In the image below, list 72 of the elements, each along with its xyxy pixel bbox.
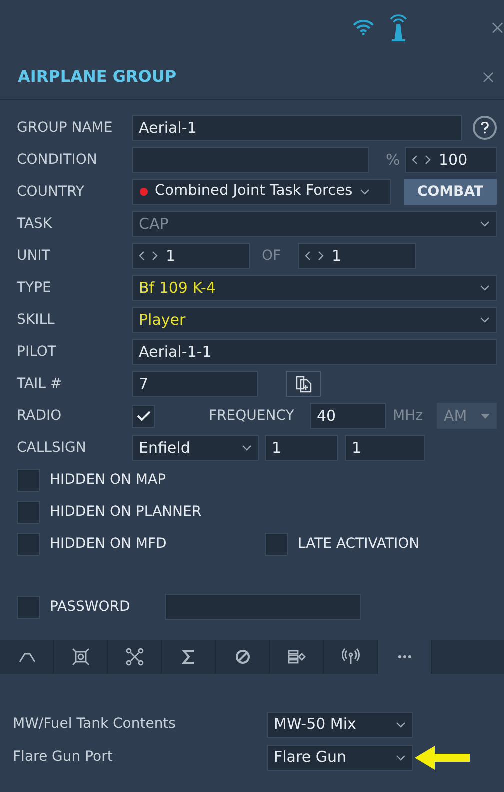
question-mark-icon [481, 122, 489, 134]
chevron-down-icon [242, 445, 252, 451]
frequency-label: FREQUENCY [209, 406, 296, 426]
close-icon[interactable] [483, 72, 494, 82]
checkbox[interactable] [17, 532, 40, 556]
aircraft-type-dropdown[interactable]: Bf 109 K-4 [132, 275, 497, 301]
radio-tower-icon[interactable] [389, 12, 408, 42]
checkbox[interactable] [17, 500, 40, 524]
field-label: SKILL [17, 310, 56, 330]
copy-document-icon [294, 375, 312, 393]
option-label: MW/Fuel Tank Contents [13, 715, 177, 734]
option-dropdown[interactable]: MW-50 Mix [267, 712, 413, 738]
frequency-field[interactable]: 40 [310, 403, 386, 429]
help-button[interactable] [473, 116, 497, 140]
checkbox[interactable] [265, 532, 288, 556]
checkmark-icon [136, 410, 150, 422]
field-label: TASK [17, 214, 54, 234]
copy-button[interactable] [286, 371, 321, 397]
option-label: Flare Gun Port [13, 748, 114, 767]
chevron-down-icon [360, 189, 370, 195]
unit-count-spinner[interactable]: 1 [298, 243, 416, 269]
spinner-arrows-icon [304, 251, 326, 261]
chevron-down-icon [480, 221, 490, 227]
callsign-number-field[interactable]: 1 [265, 435, 338, 461]
chevron-down-icon [396, 754, 406, 760]
field-label: RADIO [17, 406, 63, 426]
group-name-field[interactable]: Aerial-1 [132, 115, 462, 141]
password-field[interactable] [165, 594, 361, 620]
field-label: PILOT [17, 342, 58, 362]
chevron-down-icon [480, 285, 490, 291]
callsign-dropdown[interactable]: Enfield [132, 435, 259, 461]
coalition-dot-icon [140, 188, 148, 196]
chevron-down-icon [396, 722, 406, 728]
checkbox[interactable] [17, 596, 40, 618]
field-label: GROUP NAME [17, 118, 114, 138]
chevron-down-icon [480, 317, 490, 323]
option-dropdown[interactable]: Flare Gun [267, 744, 413, 770]
checkbox[interactable] [132, 404, 155, 428]
triangle-down-icon [481, 414, 490, 418]
field-label: UNIT [17, 246, 52, 266]
more-dots-icon [398, 655, 412, 659]
spinner-arrows-icon [411, 155, 433, 165]
callsign-number-field[interactable]: 1 [345, 435, 425, 461]
of-label: OF [262, 246, 282, 266]
unit-spinner[interactable]: 1 [132, 243, 250, 269]
panel-title: AIRPLANE GROUP [18, 66, 178, 88]
field-label: TAIL # [17, 374, 64, 394]
checkbox[interactable] [17, 468, 40, 492]
checkbox-label: HIDDEN ON MFD [50, 534, 168, 554]
field-label: COUNTRY [17, 182, 86, 202]
spinner-arrows-icon [138, 251, 160, 261]
checkbox-label: HIDDEN ON MAP [50, 470, 166, 490]
checkbox-label: PASSWORD [50, 598, 132, 616]
country-dropdown[interactable]: Combined Joint Task Forces [132, 179, 391, 205]
close-icon[interactable] [492, 22, 504, 34]
command-icon [124, 647, 144, 667]
wifi-icon[interactable] [353, 19, 374, 36]
field-label: CALLSIGN [17, 438, 88, 458]
combat-button[interactable]: COMBAT [404, 179, 497, 205]
skill-dropdown[interactable]: Player [132, 307, 497, 333]
tail-number-field[interactable]: 7 [132, 371, 258, 397]
percent-label: % [386, 150, 402, 171]
antenna-icon [340, 647, 360, 667]
condition-spinner[interactable]: 100 [405, 147, 497, 173]
field-label: TYPE [17, 278, 52, 298]
checkbox-label: HIDDEN ON PLANNER [50, 502, 202, 522]
field-label: CONDITION [17, 150, 98, 170]
mhz-label: MHz [393, 406, 424, 426]
target-icon [70, 647, 90, 667]
checkbox-label: LATE ACTIVATION [298, 534, 420, 554]
condition-field[interactable] [132, 147, 369, 173]
pilot-field[interactable]: Aerial-1-1 [132, 339, 497, 365]
